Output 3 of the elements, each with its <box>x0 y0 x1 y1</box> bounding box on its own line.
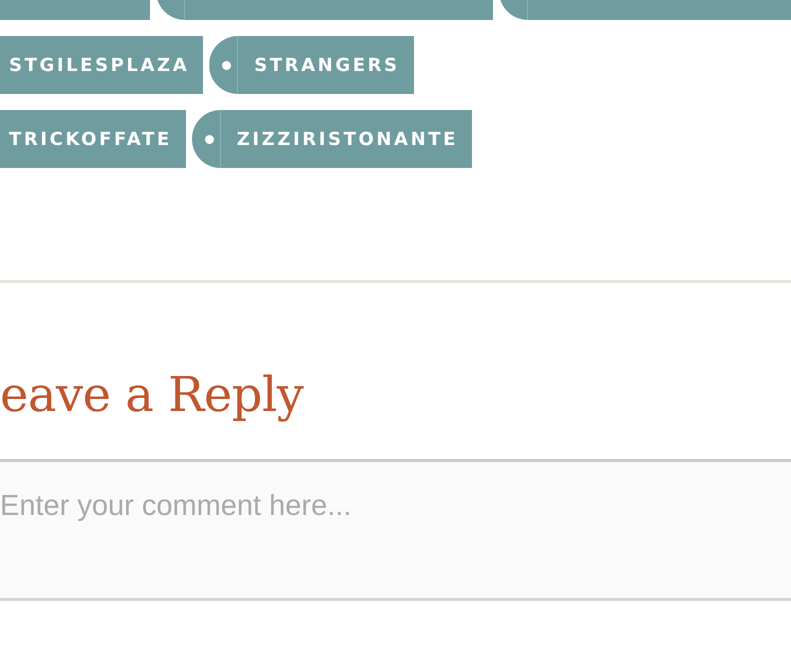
tag[interactable]: STGILESPLAZA <box>0 36 204 94</box>
tag[interactable]: TRICKOFFATE <box>0 110 186 168</box>
comment-field[interactable]: Enter your comment here... <box>0 459 791 601</box>
